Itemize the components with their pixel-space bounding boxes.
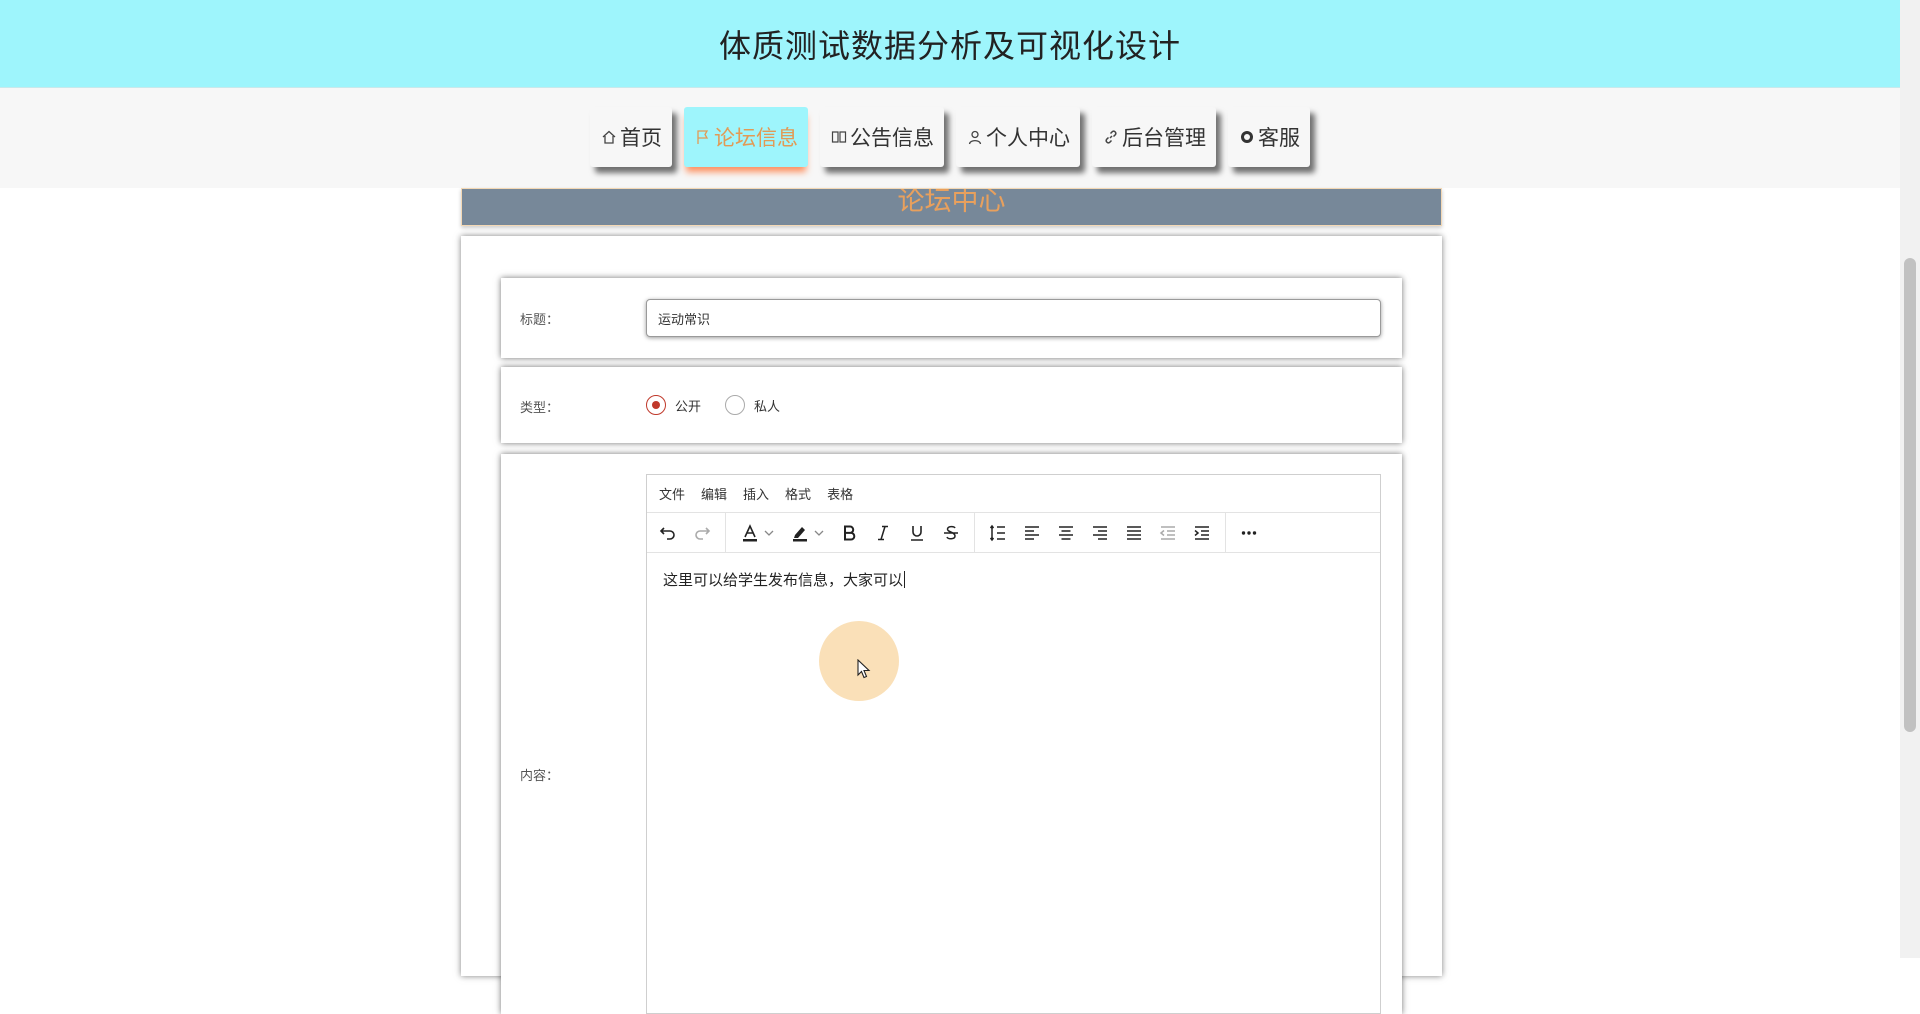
highlight-button[interactable]	[782, 516, 832, 550]
nav-item-profile[interactable]: 个人中心	[956, 107, 1080, 167]
more-icon	[1241, 530, 1257, 535]
forum-banner-title: 论坛中心	[897, 188, 1006, 217]
radio-public-circle[interactable]	[646, 395, 666, 415]
type-label: 类型：	[520, 401, 560, 416]
chevron-down-icon	[814, 530, 824, 536]
nav-item-notice[interactable]: 公告信息	[820, 107, 944, 167]
form-row-title: 标题：	[501, 278, 1402, 358]
editor-toolbar	[647, 512, 1380, 553]
menu-file[interactable]: 文件	[651, 484, 693, 503]
align-left-button[interactable]	[1015, 516, 1049, 550]
nav-item-label: 后台管理	[1122, 126, 1206, 150]
nav-item-label: 客服	[1258, 126, 1300, 150]
menu-format[interactable]: 格式	[777, 484, 819, 503]
editor-content-area[interactable]: 这里可以给学生发布信息，大家可以	[647, 553, 1380, 1013]
italic-icon	[878, 525, 888, 540]
underline-icon	[911, 525, 923, 541]
radio-private[interactable]: 私人	[725, 395, 780, 415]
italic-button[interactable]	[866, 516, 900, 550]
indent-icon	[1194, 525, 1209, 540]
highlight-icon	[793, 526, 807, 541]
align-center-icon	[1059, 525, 1073, 540]
nav-item-admin[interactable]: 后台管理	[1092, 107, 1216, 167]
nav-item-label: 首页	[620, 126, 662, 150]
redo-icon	[695, 526, 711, 540]
bold-button[interactable]	[832, 516, 866, 550]
title-label: 标题：	[520, 313, 560, 328]
nav-item-label: 公告信息	[850, 126, 934, 150]
nav-item-label: 个人中心	[986, 126, 1070, 150]
content-label: 内容：	[520, 769, 560, 784]
radio-public-label: 公开	[675, 399, 702, 415]
more-button[interactable]	[1232, 516, 1266, 550]
nav-item-label: 论坛信息	[714, 126, 798, 150]
nav-item-support[interactable]: 客服	[1228, 107, 1310, 167]
form-row-content: 内容： 文件 编辑 插入 格式 表格 这里可以给学生发布信息，大家可以	[501, 454, 1402, 1014]
line-height-button[interactable]	[981, 516, 1015, 550]
editor-menubar: 文件 编辑 插入 格式 表格	[647, 475, 1380, 513]
redo-button[interactable]	[685, 516, 719, 550]
underline-button[interactable]	[900, 516, 934, 550]
toolbar-group-more	[1232, 513, 1272, 553]
text-color-icon	[743, 523, 757, 541]
user-icon	[966, 128, 984, 146]
toolbar-group-history	[651, 512, 726, 553]
toolbar-group-align	[981, 512, 1226, 553]
line-height-icon	[989, 524, 1005, 541]
align-center-button[interactable]	[1049, 516, 1083, 550]
align-right-icon	[1093, 525, 1107, 540]
flag-icon	[694, 128, 712, 146]
mouse-pointer-icon	[857, 659, 871, 679]
site-header: 体质测试数据分析及可视化设计	[0, 0, 1900, 88]
undo-icon	[659, 526, 675, 540]
title-input[interactable]	[646, 299, 1381, 337]
nav-item-home[interactable]: 首页	[590, 107, 672, 167]
chevron-down-icon	[764, 530, 774, 536]
text-color-button[interactable]	[732, 516, 782, 550]
bold-icon	[844, 525, 856, 540]
book-icon	[830, 128, 848, 146]
radio-private-circle[interactable]	[725, 395, 746, 415]
editor-content-text: 这里可以给学生发布信息，大家可以	[663, 571, 904, 589]
rich-text-editor: 文件 编辑 插入 格式 表格 这里可以给学生发布信息，大家可以	[646, 474, 1381, 1014]
undo-button[interactable]	[651, 516, 685, 550]
chat-icon	[1238, 128, 1256, 146]
home-icon	[600, 128, 618, 146]
text-caret	[904, 571, 906, 588]
radio-public[interactable]: 公开	[646, 395, 701, 415]
menu-table[interactable]: 表格	[819, 484, 861, 503]
form-row-type: 类型： 公开 私人	[501, 367, 1402, 443]
site-title: 体质测试数据分析及可视化设计	[718, 26, 1181, 65]
menu-insert[interactable]: 插入	[735, 484, 777, 503]
strikethrough-icon	[944, 525, 958, 539]
indent-button[interactable]	[1185, 516, 1219, 550]
align-justify-button[interactable]	[1117, 516, 1151, 550]
nav-item-forum[interactable]: 论坛信息	[684, 107, 808, 167]
strikethrough-button[interactable]	[934, 516, 968, 550]
forum-banner: 论坛中心	[461, 188, 1442, 226]
scrollbar-thumb[interactable]	[1904, 258, 1916, 732]
outdent-icon	[1159, 525, 1175, 540]
page-scrollbar[interactable]	[1900, 0, 1920, 958]
menu-edit[interactable]: 编辑	[693, 484, 735, 503]
forum-form-card: 标题： 类型： 公开 私人 内容： 文件 编辑 插入 格式 表格	[461, 236, 1442, 1014]
link-icon	[1102, 128, 1120, 146]
main-nav: 首页 论坛信息 公告信息 个人中心 后台管理 客服	[0, 88, 1900, 188]
align-right-button[interactable]	[1083, 516, 1117, 550]
radio-private-label: 私人	[754, 399, 781, 415]
align-left-icon	[1025, 525, 1039, 540]
align-justify-icon	[1127, 525, 1141, 540]
outdent-button[interactable]	[1151, 516, 1185, 550]
type-radio-group: 公开 私人	[646, 395, 804, 415]
toolbar-group-format	[732, 512, 975, 553]
